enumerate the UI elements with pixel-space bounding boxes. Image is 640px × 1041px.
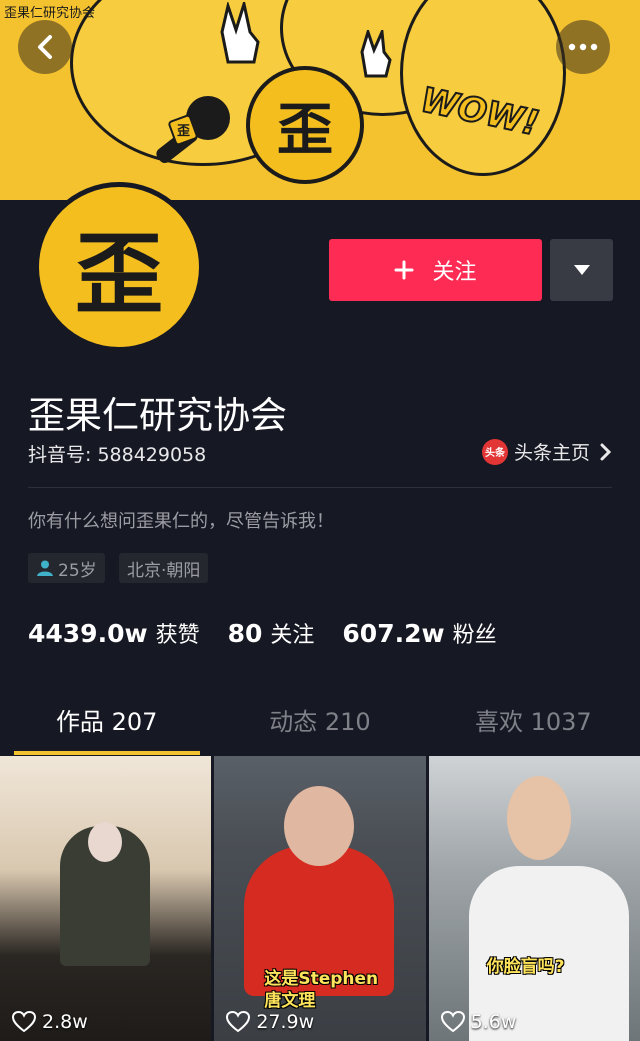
location-tag-label: 北京·朝阳 [127,560,201,581]
avatar[interactable]: 歪 [34,182,204,352]
caret-down-icon [573,265,590,275]
location-tag: 北京·朝阳 [119,553,209,583]
heart-icon [12,1011,36,1033]
following-label[interactable]: 关注 [270,617,314,649]
tab-works[interactable]: 作品 207 [0,695,213,751]
profile-bio: 你有什么想问歪果仁的，尽管告诉我！ [28,511,334,532]
followers-count[interactable]: 607.2w [342,619,444,648]
video-thumbnail[interactable]: 你脸盲吗? 5.6w [428,756,640,1041]
video-likes: 27.9w [226,1011,314,1033]
video-likes: 2.8w [12,1011,88,1033]
toutiao-label: 头条主页 [513,442,590,464]
person-icon [37,560,53,576]
thumb-head [88,822,122,862]
video-likes-count: 2.8w [42,1011,88,1033]
avatar-image: 歪 [39,187,199,347]
toutiao-logo-icon: 头条 [481,438,508,465]
likes-count: 4439.0w [28,619,148,648]
profile-stats: 4439.0w 获赞 80 关注 607.2w 粉丝 [28,617,525,649]
peace-hand-icon [360,30,392,78]
age-tag: 25岁 [28,553,105,583]
video-grid: 2.8w 这是Stephen 唐文理 27.9w 你脸盲吗? 5.6w [0,756,640,1041]
plus-icon [394,260,414,280]
recommend-dropdown-button[interactable] [550,239,613,301]
likes-label: 获赞 [155,623,200,648]
banner-badge-char: 歪 [277,97,333,163]
active-tab-indicator [14,751,200,755]
microphone-badge-char: 歪 [177,124,191,139]
thumb-head [506,776,571,860]
profile-banner: 歪 歪 WOW! 歪果仁研究协会 [0,0,640,200]
microphone-icon [156,96,230,164]
video-likes-count: 27.9w [256,1011,315,1033]
video-thumbnail[interactable]: 2.8w [0,756,212,1041]
chevron-left-icon [38,35,52,59]
more-options-button[interactable] [556,20,610,74]
status-caption: 歪果仁研究协会 [4,6,96,21]
banner-badge-circle: 歪 [246,66,364,184]
profile-name: 歪果仁研究协会 [28,394,287,437]
video-thumbnail[interactable]: 这是Stephen 唐文理 27.9w [214,756,426,1041]
followers-label[interactable]: 粉丝 [453,617,497,649]
douyin-id: 抖音号: 588429058 [28,444,207,466]
video-likes-count: 5.6w [470,1011,517,1033]
heart-icon [226,1011,251,1033]
heart-icon [440,1011,465,1033]
tab-likes[interactable]: 喜欢 1037 [427,695,640,751]
back-button[interactable] [18,20,72,74]
content-tabs: 作品 207 动态 210 喜欢 1037 [0,695,640,751]
avatar-char: 歪 [74,222,163,326]
chevron-right-icon [600,443,612,460]
video-likes: 5.6w [440,1011,517,1033]
follow-button[interactable]: 关注 [329,239,542,301]
video-subtitle: 你脸盲吗? [486,957,565,977]
thumb-head [284,786,355,866]
age-tag-label: 25岁 [58,560,97,581]
follow-button-label: 关注 [432,260,477,285]
video-subtitle: 这是Stephen 唐文理 [264,969,379,1011]
toutiao-homepage-link[interactable]: 头条 头条主页 [481,438,612,465]
divider [28,487,612,488]
tab-moments[interactable]: 动态 210 [213,695,426,751]
more-dots-icon [568,43,598,51]
peace-hand-icon [220,2,260,64]
following-count[interactable]: 80 [228,619,263,648]
